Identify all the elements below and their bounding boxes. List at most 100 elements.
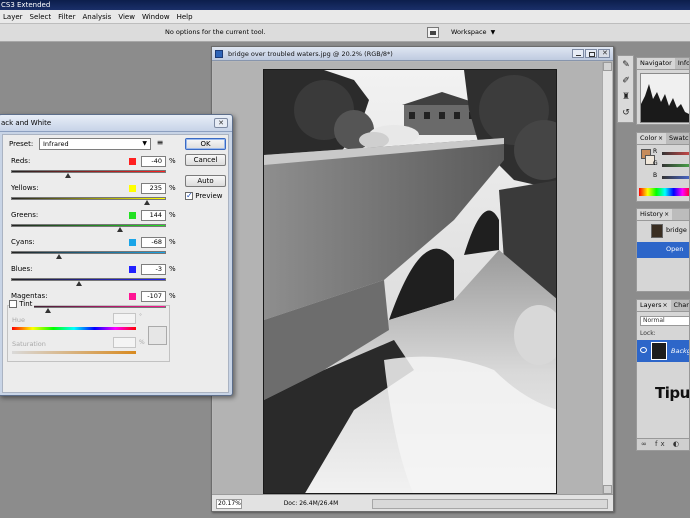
menu-select[interactable]: Select (27, 10, 56, 24)
vertical-scrollbar[interactable] (602, 62, 612, 494)
color-spectrum-bar[interactable] (639, 188, 689, 196)
magentas-value-field[interactable]: -107 (141, 291, 166, 302)
preset-select[interactable]: Infrared ▼ (39, 138, 151, 150)
workspace-button[interactable]: Workspace ▼ (446, 27, 495, 38)
greens-value-field[interactable]: 144 (141, 210, 166, 221)
tab-color[interactable]: Color× (637, 133, 667, 144)
reds-label: Reds: (11, 157, 31, 165)
blues-value-field[interactable]: -3 (141, 264, 166, 275)
tint-checkbox[interactable] (9, 300, 17, 308)
color-channel-g: G (653, 160, 689, 169)
channel-slider[interactable] (662, 164, 689, 167)
slider-row-reds: Reds: -40% (11, 156, 177, 183)
cyans-label: Cyans: (11, 238, 35, 246)
blend-mode-select[interactable]: Normal (640, 316, 689, 326)
cancel-button[interactable]: Cancel (185, 154, 226, 166)
yellows-percent-label: % (169, 184, 176, 192)
layer-background[interactable]: Backgro (637, 340, 689, 362)
scroll-down-arrow-icon[interactable] (603, 485, 612, 494)
close-button[interactable] (598, 49, 610, 58)
navigator-thumbnail[interactable] (640, 73, 689, 123)
workspace-label: Workspace (451, 28, 487, 36)
document-image[interactable] (263, 69, 557, 494)
menu-view[interactable]: View (115, 10, 139, 24)
greens-slider-track[interactable] (11, 224, 166, 227)
layers-footer-buttons[interactable]: ∞ fx ◐ ▭ ▢ ⌫ (637, 438, 689, 450)
yellows-slider-thumb[interactable] (144, 200, 151, 205)
dialog-close-button[interactable]: ✕ (214, 118, 228, 128)
channel-slider[interactable] (662, 176, 689, 179)
tab-navigator[interactable]: Navigator (637, 58, 675, 69)
document-status-bar: 20.17% Doc: 26.4M/26.4M (212, 494, 613, 511)
reds-slider-track[interactable] (11, 170, 166, 173)
chevron-down-icon: ▼ (142, 140, 147, 147)
menu-window[interactable]: Window (139, 10, 174, 24)
eyedropper-icon[interactable]: ✎ (620, 59, 632, 71)
visibility-eye-icon[interactable] (640, 347, 647, 353)
canvas-area[interactable] (213, 62, 603, 494)
history-snapshot[interactable]: bridge ov (637, 223, 689, 239)
magentas-slider-thumb[interactable] (45, 308, 52, 313)
brush-icon[interactable]: ✐ (620, 75, 632, 87)
history-panel: History× bridge ov Open (636, 208, 690, 292)
close-icon[interactable]: × (658, 135, 663, 142)
reds-slider-thumb[interactable] (65, 173, 72, 178)
dialog-title-bar[interactable]: ack and White ✕ (0, 115, 232, 132)
photoshop-doc-icon (215, 50, 223, 58)
menu-analysis[interactable]: Analysis (79, 10, 115, 24)
history-state-open[interactable]: Open (637, 242, 689, 258)
yellows-slider-track[interactable] (11, 197, 166, 200)
channel-slider[interactable] (662, 152, 689, 155)
blues-slider-thumb[interactable] (76, 281, 83, 286)
history-brush-icon[interactable]: ↺ (620, 107, 632, 119)
document-title-bar[interactable]: bridge over troubled waters.jpg @ 20.2% … (212, 47, 613, 61)
maximize-button[interactable] (585, 49, 597, 58)
tab-swatches[interactable]: Swatch (666, 133, 689, 144)
close-icon[interactable]: × (664, 211, 669, 218)
zoom-level-field[interactable]: 20.17% (216, 499, 242, 509)
color-tabs: Color× Swatch (637, 133, 689, 145)
options-bar: No options for the current tool. Workspa… (0, 24, 690, 42)
close-icon[interactable]: × (663, 302, 668, 309)
cyans-slider-thumb[interactable] (56, 254, 63, 259)
magentas-swatch (129, 293, 136, 300)
preview-option[interactable]: Preview (185, 191, 222, 200)
channel-letter: B (653, 172, 658, 179)
tab-info[interactable]: Info (675, 58, 689, 69)
auto-button[interactable]: Auto (185, 175, 226, 187)
navigator-tabs: Navigator Info (637, 58, 689, 70)
reds-value-field[interactable]: -40 (141, 156, 166, 167)
bridge-photo (264, 70, 556, 493)
yellows-value-field[interactable]: 235 (141, 183, 166, 194)
snapshot-label: bridge ov (666, 226, 689, 234)
preset-options-icon[interactable]: ≡ (155, 138, 165, 148)
document-size-info[interactable]: Doc: 26.4M/26.4M (256, 500, 366, 507)
minimize-button[interactable] (572, 49, 584, 58)
options-message: No options for the current tool. (165, 28, 266, 36)
menu-help[interactable]: Help (174, 10, 197, 24)
slider-row-blues: Blues: -3% (11, 264, 177, 291)
go-to-bridge-icon[interactable] (427, 27, 439, 38)
ok-button[interactable]: OK (185, 138, 226, 150)
tint-option[interactable]: Tint (9, 300, 35, 308)
tab-layers[interactable]: Layers× (637, 300, 671, 311)
history-state-label: Open (666, 245, 684, 253)
snapshot-thumbnail (651, 224, 663, 238)
preview-checkbox[interactable] (185, 191, 193, 200)
tab-history[interactable]: History× (637, 209, 673, 220)
color-channel-r: R (653, 148, 689, 157)
menu-filter[interactable]: Filter (55, 10, 79, 24)
greens-swatch (129, 212, 136, 219)
app-title: CS3 Extended (1, 1, 51, 9)
greens-slider-thumb[interactable] (116, 227, 123, 232)
tab-channels[interactable]: Chann (671, 300, 689, 311)
stamp-icon[interactable]: ♜ (620, 91, 632, 103)
cyans-value-field[interactable]: -68 (141, 237, 166, 248)
scroll-up-arrow-icon[interactable] (603, 62, 612, 71)
cyans-slider-track[interactable] (11, 251, 166, 254)
horizontal-scrollbar[interactable] (372, 499, 608, 509)
document-window: bridge over troubled waters.jpg @ 20.2% … (211, 46, 614, 512)
blues-slider-track[interactable] (11, 278, 166, 281)
menu-layer[interactable]: Layer (0, 10, 27, 24)
reds-percent-label: % (169, 157, 176, 165)
